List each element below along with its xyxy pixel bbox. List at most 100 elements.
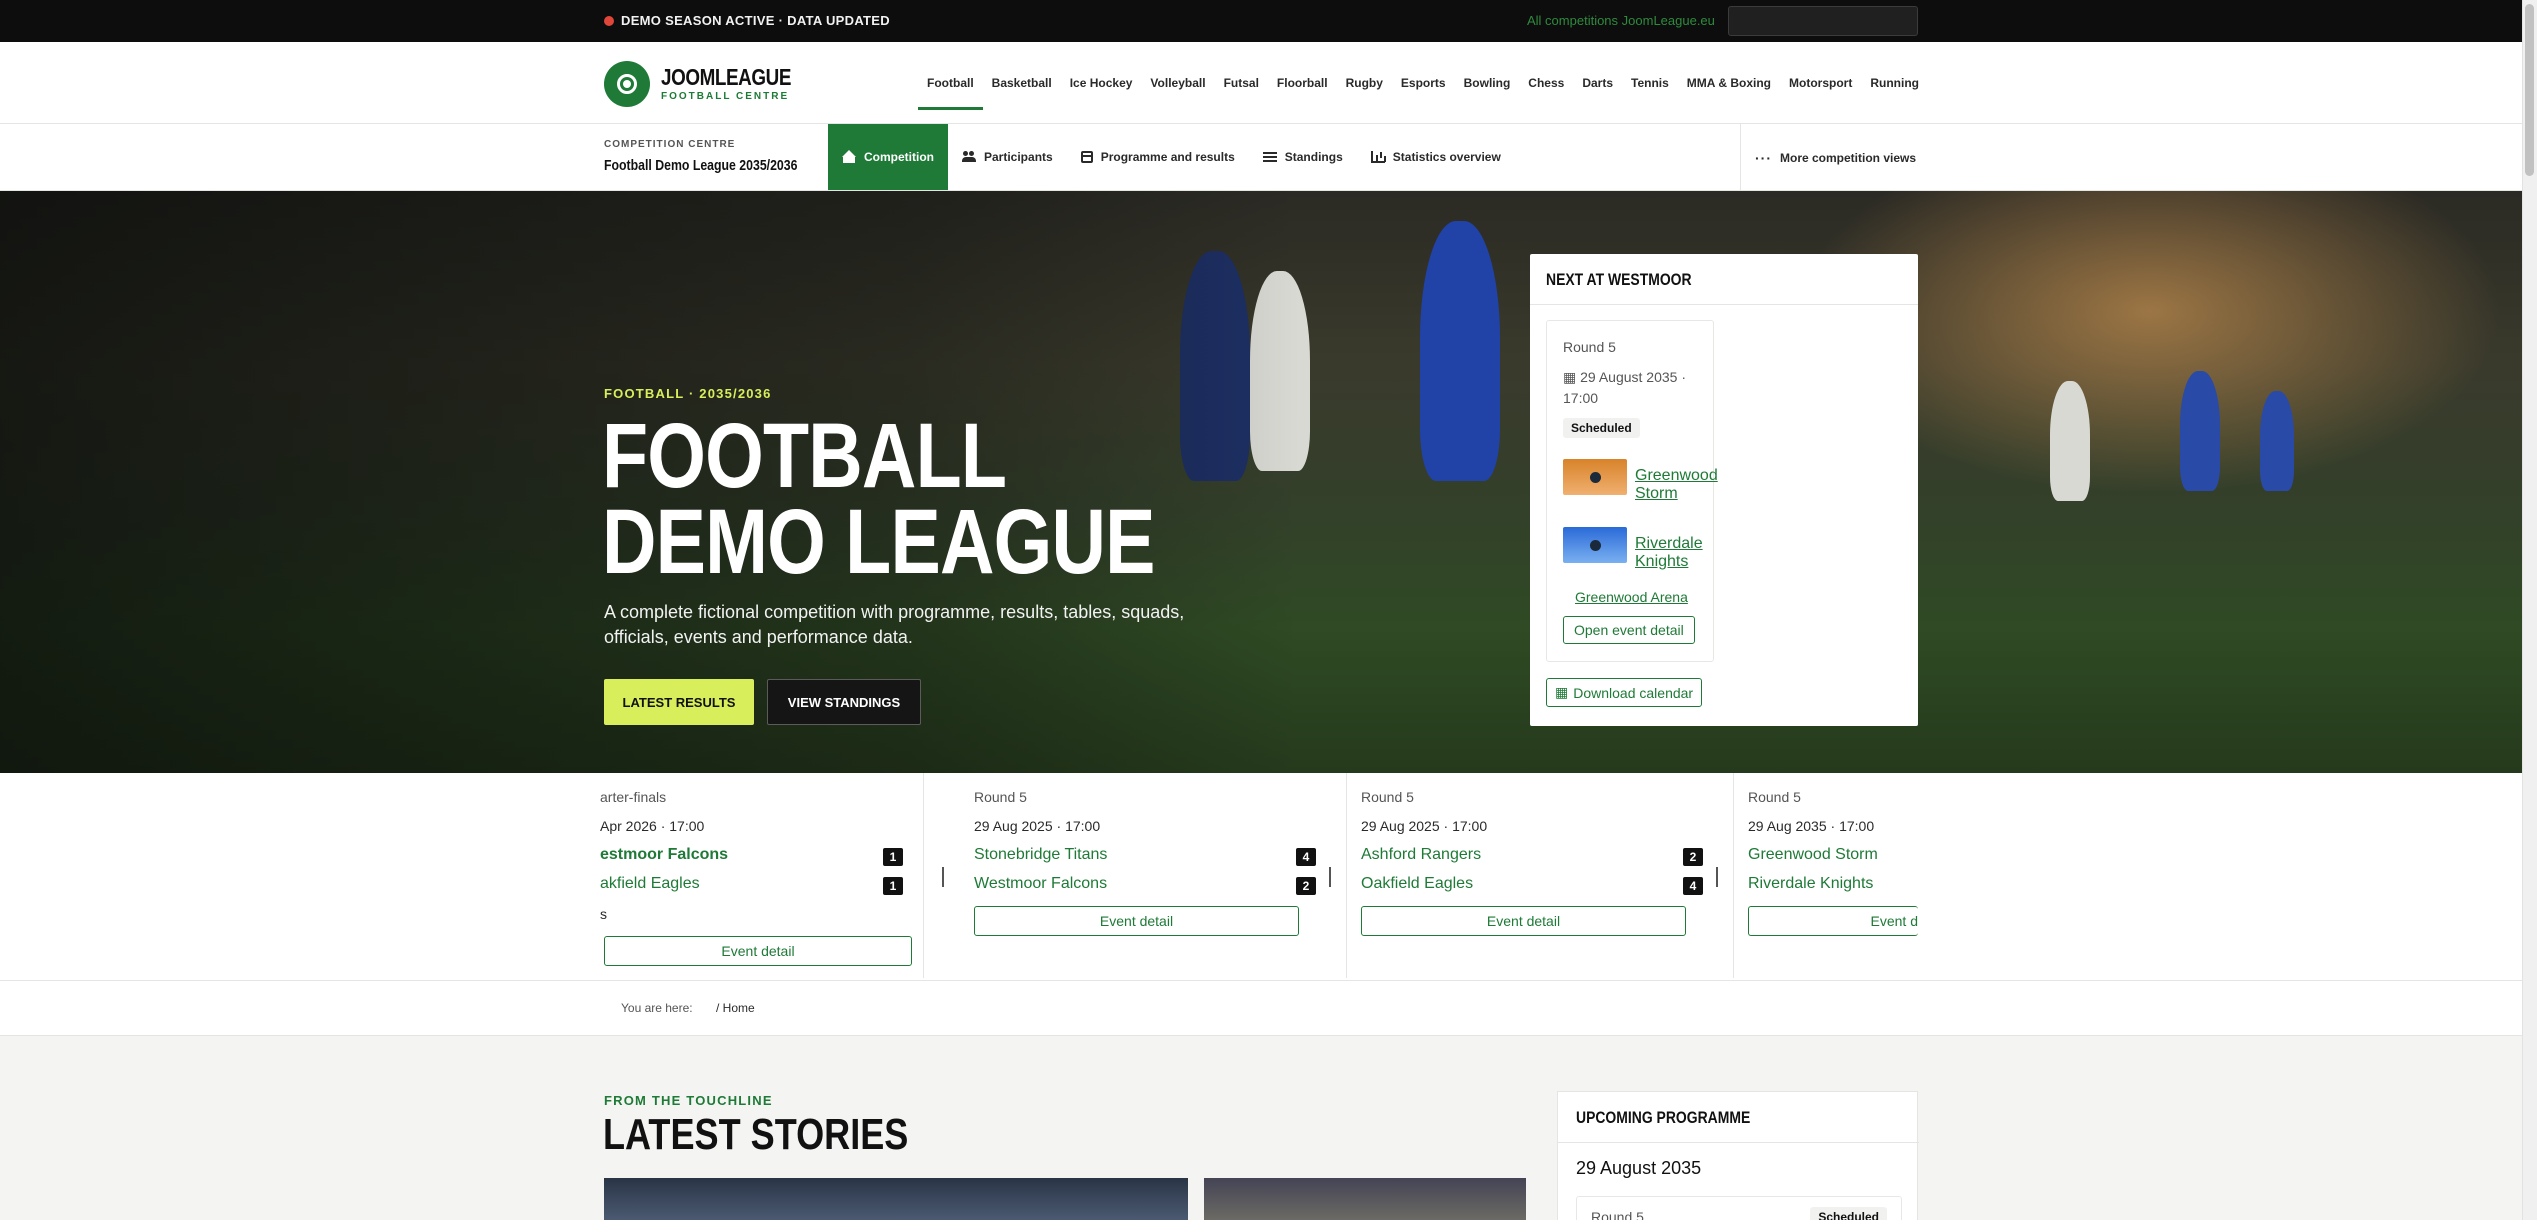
sport-nav-motorsport[interactable]: Motorsport (1780, 42, 1861, 124)
sport-nav-tennis[interactable]: Tennis (1622, 42, 1678, 124)
list-icon (1262, 151, 1277, 163)
tab-statistics[interactable]: Statistics overview (1357, 124, 1515, 190)
competition-nav-bar: COMPETITION CENTRE Football Demo League … (0, 124, 2537, 191)
match-card: Round 5 29 Aug 2035 · 17:00 Greenwood St… (1736, 773, 1918, 978)
sport-nav-football[interactable]: Football (918, 42, 983, 124)
event-detail-button[interactable]: Event d (1748, 906, 1918, 936)
status-badge: Scheduled (1563, 418, 1640, 438)
event-detail-button[interactable]: Event detail (604, 936, 912, 966)
more-label: More competition views (1780, 150, 1917, 165)
next-match-card: NEXT AT WESTMOOR Round 5 ▦ 29 August 203… (1530, 254, 1918, 726)
competition-centre-label: COMPETITION CENTRE (604, 139, 736, 150)
calendar-icon: ▦ (1555, 684, 1569, 700)
logo-ball-icon[interactable] (604, 61, 650, 107)
away-score: 1 (883, 877, 903, 895)
match-card: Round 5 29 Aug 2025 · 17:00 Ashford Rang… (1349, 773, 1734, 978)
away-team[interactable]: akfield Eagles (600, 875, 700, 893)
divider (1558, 1142, 1919, 1143)
match-card: arter-finals Apr 2026 · 17:00 estmoor Fa… (588, 773, 924, 978)
tab-participants[interactable]: Participants (948, 124, 1067, 190)
sport-nav-bowling[interactable]: Bowling (1455, 42, 1520, 124)
away-team[interactable]: Riverdale Knights (1748, 875, 1873, 893)
breadcrumb-home-link[interactable]: / Home (716, 1001, 755, 1015)
hero-photo-player (2180, 371, 2220, 491)
breadcrumb-label: You are here: (621, 1001, 693, 1015)
hero-banner: FOOTBALL · 2035/2036 FOOTBALL DEMO LEAGU… (0, 191, 2522, 773)
team-logo-riverdale (1563, 527, 1627, 563)
tab-competition[interactable]: Competition (828, 124, 948, 190)
status-badge: Scheduled (1810, 1207, 1887, 1220)
tab-label: Participants (984, 150, 1053, 164)
sport-nav-volleyball[interactable]: Volleyball (1141, 42, 1214, 124)
sport-nav-darts[interactable]: Darts (1573, 42, 1622, 124)
away-score: 2 (1296, 877, 1316, 895)
sport-nav-mma-boxing[interactable]: MMA & Boxing (1678, 42, 1780, 124)
view-standings-button[interactable]: VIEW STANDINGS (767, 679, 921, 725)
competition-tabs: Competition Participants Programme and r… (828, 124, 1515, 191)
venue-link[interactable]: Greenwood Arena (1575, 589, 1688, 605)
all-competitions-link[interactable]: All competitions JoomLeague.eu (1527, 13, 1715, 28)
upcoming-date: 29 August 2035 (1576, 1158, 1702, 1178)
match-date: 29 Aug 2035 · 17:00 (1748, 818, 1875, 834)
event-detail-button[interactable]: Event detail (1361, 906, 1686, 936)
match-round: Round 5 (974, 789, 1027, 805)
match-extra: s (600, 906, 607, 922)
search-input[interactable] (1728, 6, 1918, 36)
away-team[interactable]: Oakfield Eagles (1361, 875, 1473, 893)
sport-nav-esports[interactable]: Esports (1392, 42, 1455, 124)
tab-label: Statistics overview (1392, 150, 1501, 164)
match-round: Round 5 (1361, 789, 1414, 805)
match-card: Round 5 29 Aug 2025 · 17:00 Stonebridge … (962, 773, 1347, 978)
sport-nav-ice-hockey[interactable]: Ice Hockey (1061, 42, 1142, 124)
sport-nav-chess[interactable]: Chess (1519, 42, 1573, 124)
tab-programme-results[interactable]: Programme and results (1067, 124, 1249, 190)
story-image[interactable] (1204, 1178, 1526, 1220)
home-score: 2 (1683, 848, 1703, 866)
hero-kicker: FOOTBALL · 2035/2036 (604, 386, 772, 401)
sport-nav-running[interactable]: Running (1861, 42, 1928, 124)
story-image[interactable] (604, 1178, 1188, 1220)
home-score: 1 (883, 848, 903, 866)
scrollbar-thumb[interactable] (2525, 4, 2534, 176)
breadcrumb: You are here: / Home (0, 981, 2522, 1036)
upcoming-title: UPCOMING PROGRAMME (1576, 1108, 1751, 1127)
page-scrollbar[interactable] (2522, 0, 2537, 1220)
upcoming-match-item[interactable]: Round 5 Scheduled (1576, 1196, 1902, 1220)
sports-nav: Football Basketball Ice Hockey Volleybal… (918, 42, 1928, 124)
away-team-link[interactable]: Riverdale Knights (1635, 535, 1713, 571)
download-calendar-button[interactable]: ▦ Download calendar (1546, 678, 1703, 707)
sport-nav-futsal[interactable]: Futsal (1215, 42, 1268, 124)
users-icon (962, 151, 976, 163)
home-team[interactable]: Greenwood Storm (1748, 846, 1878, 864)
more-competition-views-button[interactable]: ··· More competition views (1740, 124, 1916, 191)
calendar-icon: ▦ (1563, 369, 1581, 385)
carousel-divider (942, 867, 944, 887)
chart-icon (1370, 151, 1385, 163)
sport-nav-basketball[interactable]: Basketball (983, 42, 1061, 124)
open-event-detail-button[interactable]: Open event detail (1563, 616, 1695, 644)
sport-nav-floorball[interactable]: Floorball (1268, 42, 1337, 124)
tab-label: Standings (1284, 150, 1343, 164)
top-announcement-bar: DEMO SEASON ACTIVE · DATA UPDATED All co… (0, 0, 2537, 42)
hero-photo-player (2050, 381, 2090, 501)
latest-results-button[interactable]: LATEST RESULTS (604, 679, 754, 725)
away-team[interactable]: Westmoor Falcons (974, 875, 1107, 893)
home-team-link[interactable]: Greenwood Storm (1635, 467, 1718, 503)
tab-label: Programme and results (1100, 150, 1235, 164)
home-team[interactable]: Stonebridge Titans (974, 846, 1107, 864)
home-team[interactable]: Ashford Rangers (1361, 846, 1481, 864)
hero-photo-player (2260, 391, 2294, 491)
hero-description: A complete fictional competition with pr… (604, 602, 1185, 647)
event-detail-button[interactable]: Event detail (974, 906, 1299, 936)
home-team[interactable]: estmoor Falcons (600, 846, 728, 864)
calendar-icon (1080, 151, 1093, 163)
match-round: Round 5 (1748, 789, 1801, 805)
brand-name[interactable]: JOOMLEAGUE (661, 64, 791, 91)
site-header: JOOMLEAGUE FOOTBALL CENTRE Football Bask… (0, 42, 2537, 124)
season-notice: DEMO SEASON ACTIVE · DATA UPDATED (621, 13, 890, 28)
sport-nav-rugby[interactable]: Rugby (1337, 42, 1392, 124)
match-date: ▦ 29 August 2035 · 17:00 (1563, 367, 1713, 409)
tab-standings[interactable]: Standings (1249, 124, 1357, 190)
download-calendar-label: Download calendar (1573, 684, 1694, 701)
team-logo-greenwood (1563, 459, 1627, 495)
